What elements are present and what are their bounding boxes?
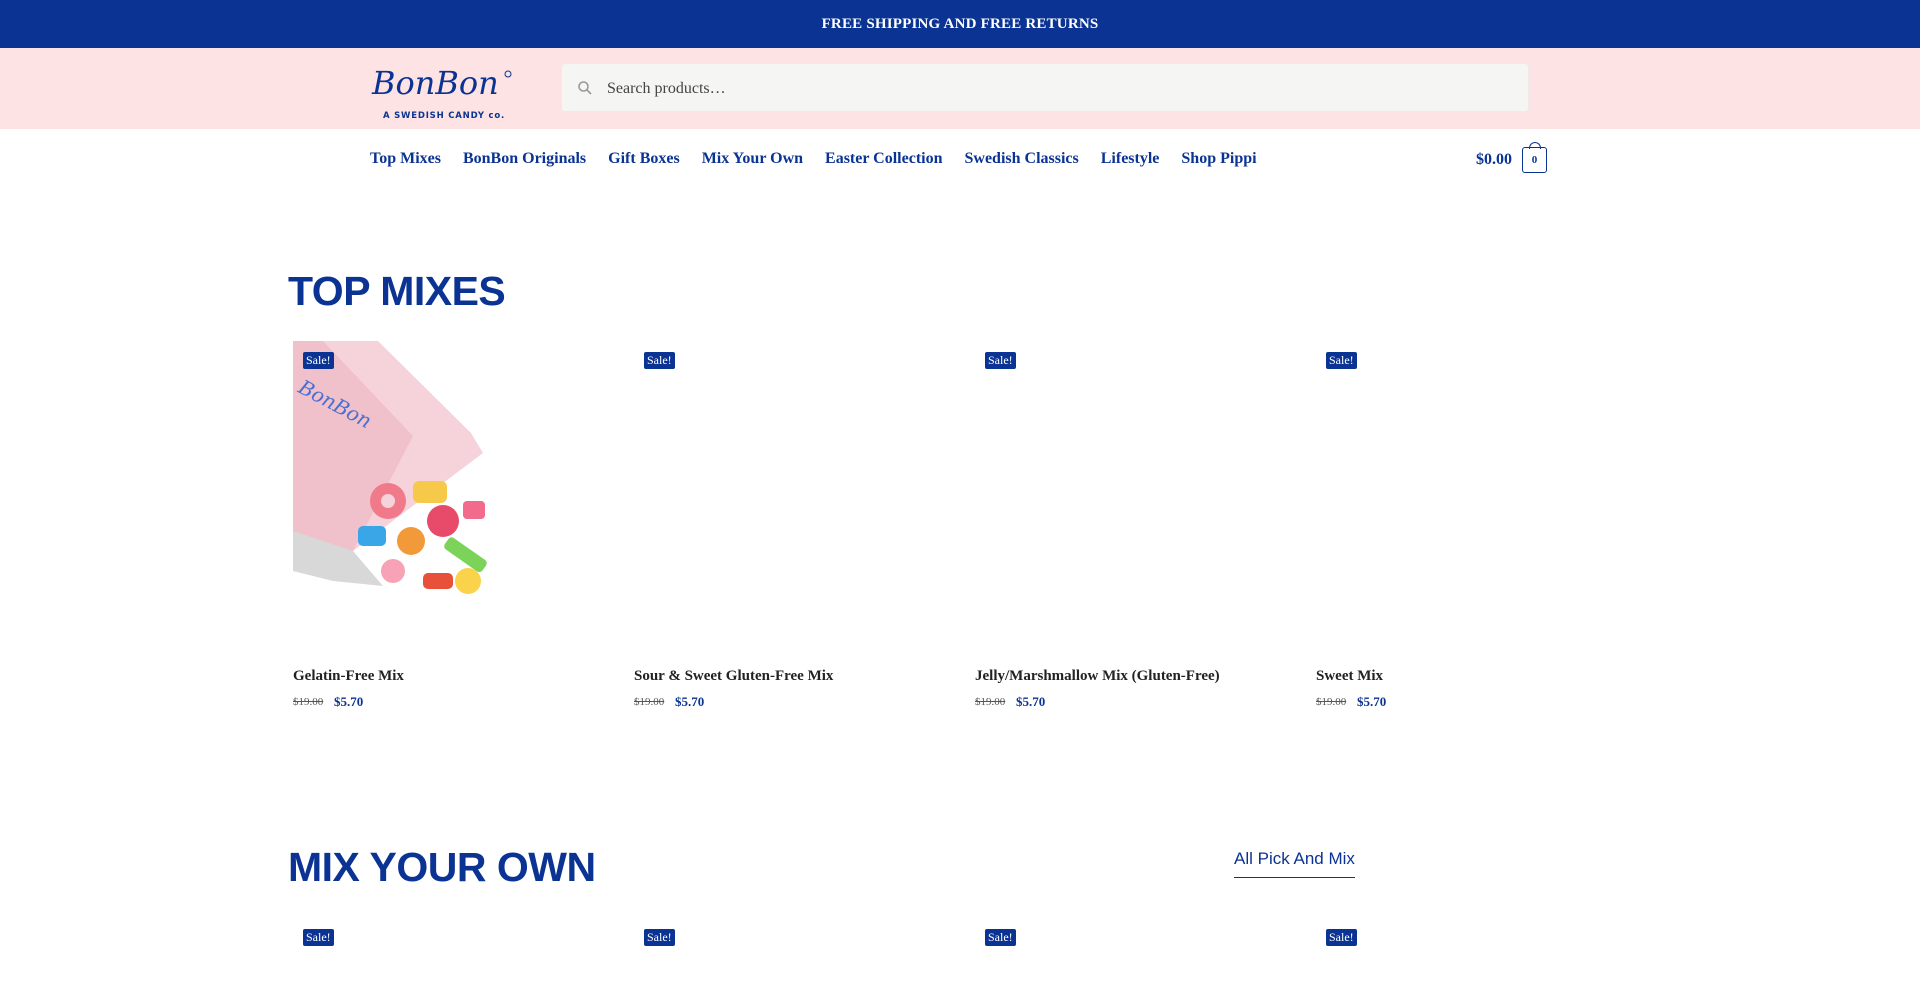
sale-badge: Sale! xyxy=(985,352,1016,369)
product-old-price: $19.00 xyxy=(975,696,1006,708)
svg-text:A SWEDISH CANDY co.: A SWEDISH CANDY co. xyxy=(383,111,505,121)
sale-badge: Sale! xyxy=(1326,352,1357,369)
sale-badge: Sale! xyxy=(303,929,334,946)
sale-badge: Sale! xyxy=(644,929,675,946)
product-old-price: $19.00 xyxy=(1316,696,1347,708)
brand-logo[interactable]: BonBon A SWEDISH CANDY co. xyxy=(368,56,518,122)
product-price: $5.70 xyxy=(1016,694,1046,709)
nav-item-bonbon-originals[interactable]: BonBon Originals xyxy=(463,150,586,170)
product-name[interactable]: Gelatin-Free Mix xyxy=(293,668,404,685)
section-title-top-mixes: TOP MIXES xyxy=(288,268,506,314)
product-price: $5.70 xyxy=(675,694,705,709)
announcement-text: FREE SHIPPING AND FREE RETURNS xyxy=(821,15,1099,32)
section-title-mix-your-own: MIX YOUR OWN xyxy=(288,844,596,890)
product-image[interactable]: BonBon xyxy=(293,341,543,631)
product-price: $5.70 xyxy=(1357,694,1387,709)
product-old-price: $19.00 xyxy=(634,696,665,708)
search-bar xyxy=(561,63,1529,114)
nav-item-swedish-classics[interactable]: Swedish Classics xyxy=(965,150,1079,170)
search-icon[interactable] xyxy=(577,80,593,96)
product-old-price: $19.00 xyxy=(293,696,324,708)
cart-icon[interactable]: 0 xyxy=(1522,142,1547,173)
nav-item-gift-boxes[interactable]: Gift Boxes xyxy=(608,150,680,170)
product-price: $5.70 xyxy=(334,694,364,709)
sale-badge: Sale! xyxy=(644,352,675,369)
cart-total[interactable]: $0.00 xyxy=(1476,151,1512,169)
nav-item-mix-your-own[interactable]: Mix Your Own xyxy=(702,150,803,170)
all-pick-and-mix-link[interactable]: All Pick And Mix xyxy=(1234,849,1355,878)
sale-badge: Sale! xyxy=(985,929,1016,946)
nav-item-easter-collection[interactable]: Easter Collection xyxy=(825,150,942,170)
search-input[interactable] xyxy=(605,63,1509,114)
product-name[interactable]: Sweet Mix xyxy=(1316,668,1383,685)
nav-item-lifestyle[interactable]: Lifestyle xyxy=(1101,150,1160,170)
site-header: BonBon A SWEDISH CANDY co. xyxy=(0,48,1920,129)
sale-badge: Sale! xyxy=(1326,929,1357,946)
nav-item-top-mixes[interactable]: Top Mixes xyxy=(370,150,441,170)
main-nav: Top Mixes BonBon Originals Gift Boxes Mi… xyxy=(370,150,1279,170)
product-name[interactable]: Sour & Sweet Gluten-Free Mix xyxy=(634,668,833,685)
announcement-bar: FREE SHIPPING AND FREE RETURNS xyxy=(0,0,1920,48)
sale-badge: Sale! xyxy=(303,352,334,369)
nav-item-shop-pippi[interactable]: Shop Pippi xyxy=(1181,150,1256,170)
product-name[interactable]: Jelly/Marshmallow Mix (Gluten-Free) xyxy=(975,668,1220,685)
svg-text:BonBon: BonBon xyxy=(371,64,499,102)
cart-count: 0 xyxy=(1531,154,1538,166)
